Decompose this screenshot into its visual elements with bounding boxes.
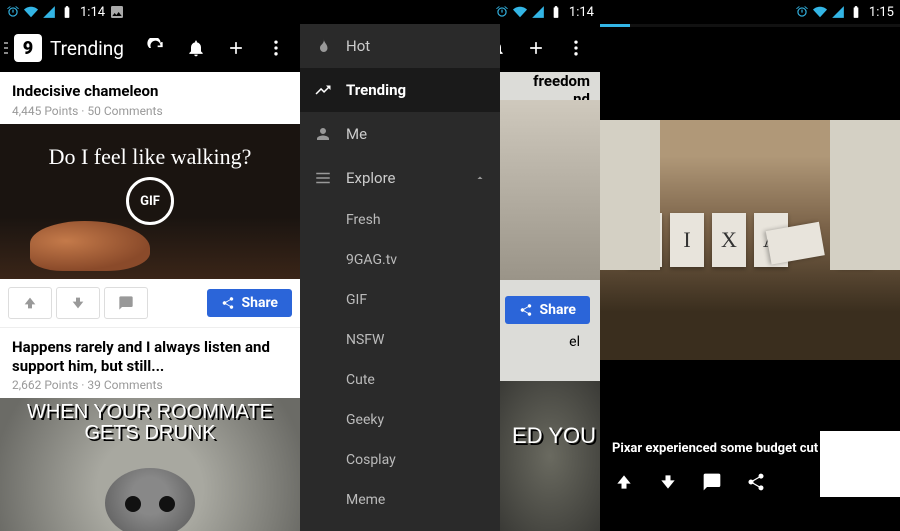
add-button[interactable]	[516, 24, 556, 72]
upvote-button[interactable]	[614, 472, 634, 492]
partial-row-label: el	[569, 334, 580, 350]
person-icon	[314, 125, 332, 143]
drawer-sub-meme[interactable]: Meme	[300, 480, 500, 520]
battery-icon	[849, 5, 863, 19]
alarm-icon	[495, 5, 509, 19]
door-illustration	[830, 120, 900, 270]
overlay-box	[820, 431, 900, 497]
share-icon	[221, 296, 235, 310]
drawer-toggle-icon[interactable]	[4, 42, 8, 54]
gif-badge: GIF	[126, 177, 174, 225]
post-feed[interactable]: Indecisive chameleon 4,445 Points · 50 C…	[0, 72, 300, 531]
screen-detail: 1:15 P I X A R Pixar experienced some bu…	[600, 0, 900, 531]
drawer-item-trending[interactable]: Trending	[300, 68, 500, 112]
post-image[interactable]: WHEN YOUR ROOMMATE GETS DRUNK	[0, 398, 300, 531]
progress-bar	[600, 24, 900, 27]
post-item[interactable]: Happens rarely and I always listen and s…	[0, 328, 300, 531]
action-bar: 9 Trending	[0, 24, 300, 72]
letter-card: I	[670, 213, 704, 267]
trending-icon	[314, 81, 332, 99]
drawer-sub-9gagtv[interactable]: 9GAG.tv	[300, 240, 500, 280]
wifi-icon	[813, 5, 827, 19]
partial-image	[500, 100, 600, 280]
signal-icon	[42, 5, 56, 19]
partial-meme-image	[500, 381, 600, 531]
comment-button[interactable]	[702, 472, 722, 492]
drawer-item-explore[interactable]: Explore	[300, 156, 500, 200]
clock-text: 1:15	[869, 5, 894, 20]
share-icon	[519, 303, 533, 317]
wifi-icon	[24, 5, 38, 19]
post-title: Happens rarely and I always listen and s…	[12, 338, 288, 376]
partial-meme-text: ED YOU	[512, 423, 596, 449]
clock-text: 1:14	[569, 5, 594, 20]
battery-icon	[549, 5, 563, 19]
add-button[interactable]	[216, 24, 256, 72]
post-meta: 4,445 Points · 50 Comments	[12, 104, 288, 118]
post-item[interactable]: Indecisive chameleon 4,445 Points · 50 C…	[0, 72, 300, 327]
refresh-button[interactable]	[136, 24, 176, 72]
image-text: WHEN YOUR ROOMMATE GETS DRUNK	[0, 398, 300, 448]
battery-icon	[60, 5, 74, 19]
alarm-icon	[6, 5, 20, 19]
downvote-button[interactable]	[56, 287, 100, 319]
navigation-drawer: Hot Trending Me Explore Fresh 9GAG.tv GI…	[300, 24, 500, 531]
signal-icon	[531, 5, 545, 19]
post-image[interactable]: Do I feel like walking? GIF	[0, 124, 300, 279]
drawer-item-hot[interactable]: Hot	[300, 24, 500, 68]
status-bar: 1:14	[0, 0, 300, 24]
share-label: Share	[241, 295, 278, 311]
drawer-sub-geeky[interactable]: Geeky	[300, 400, 500, 440]
drawer-sub-gif[interactable]: GIF	[300, 280, 500, 320]
notifications-button[interactable]	[176, 24, 216, 72]
page-title: Trending	[50, 37, 136, 60]
drawer-sub-nsfw[interactable]: NSFW	[300, 320, 500, 360]
chevron-up-icon	[474, 172, 486, 184]
overflow-button[interactable]	[256, 24, 296, 72]
letter-card: X	[712, 213, 746, 267]
share-button[interactable]: Share	[505, 296, 590, 324]
post-title: Indecisive chameleon	[12, 82, 288, 101]
list-icon	[314, 169, 332, 187]
app-logo[interactable]: 9	[14, 34, 42, 62]
share-button[interactable]	[746, 472, 766, 492]
screen-feed: 1:14 9 Trending Indecisive chameleon 4,4…	[0, 0, 300, 531]
drawer-sub-cute[interactable]: Cute	[300, 360, 500, 400]
door-illustration	[600, 120, 660, 270]
downvote-button[interactable]	[658, 472, 678, 492]
status-bar: 1:15	[600, 0, 900, 24]
overflow-button[interactable]	[556, 24, 596, 72]
detail-image[interactable]: P I X A R	[600, 120, 900, 360]
gallery-icon	[109, 4, 125, 20]
upvote-button[interactable]	[8, 287, 52, 319]
drawer-sub-fresh[interactable]: Fresh	[300, 200, 500, 240]
comment-button[interactable]	[104, 287, 148, 319]
screen-drawer: 1:14 9 Trending freedomnd Share el ED YO…	[300, 0, 600, 531]
drawer-sub-cosplay[interactable]: Cosplay	[300, 440, 500, 480]
image-caption: Do I feel like walking?	[49, 144, 252, 170]
chameleon-illustration	[30, 221, 150, 271]
alarm-icon	[795, 5, 809, 19]
seal-illustration	[105, 468, 195, 531]
signal-icon	[831, 5, 845, 19]
wifi-icon	[513, 5, 527, 19]
share-button[interactable]: Share	[207, 289, 292, 317]
flame-icon	[314, 37, 332, 55]
drawer-item-me[interactable]: Me	[300, 112, 500, 156]
status-bar: 1:14	[300, 0, 600, 24]
clock-text: 1:14	[80, 5, 105, 20]
post-meta: 2,662 Points · 39 Comments	[12, 378, 288, 392]
